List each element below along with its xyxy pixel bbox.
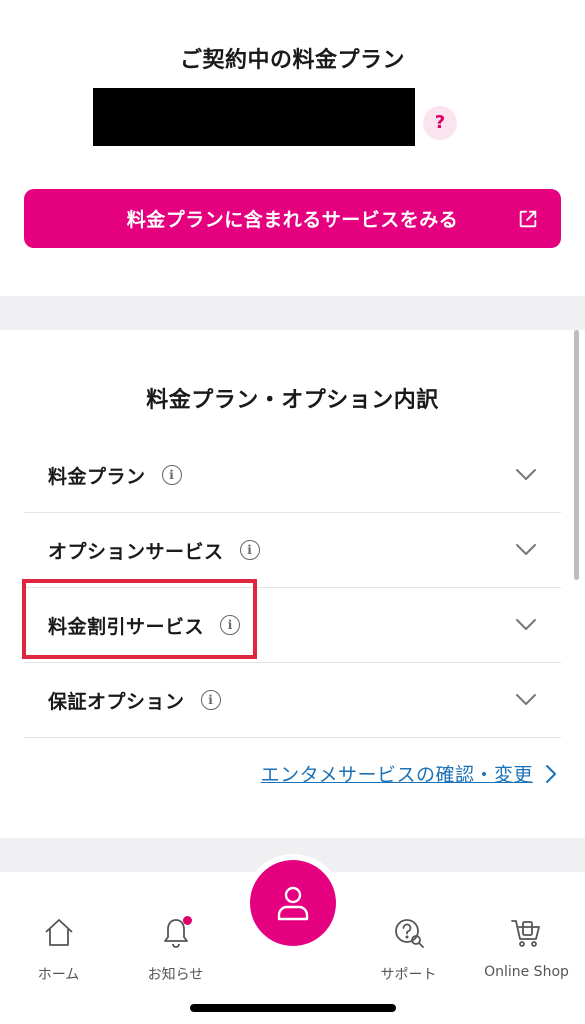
tab-home[interactable]: ホーム bbox=[0, 916, 117, 984]
current-plan-card: ご契約中の料金プラン ? 料金プランに含まれるサービスをみる bbox=[0, 0, 585, 296]
plan-option-breakdown-card: 料金プラン・オプション内訳 料金プラン i オプションサービス i 料金割引サー… bbox=[0, 330, 585, 838]
accordion-row-option-services[interactable]: オプションサービス i bbox=[24, 513, 561, 588]
entertainment-services-link-label: エンタメサービスの確認・変更 bbox=[260, 764, 533, 786]
tab-news-label: お知らせ bbox=[147, 967, 204, 983]
help-glyph: ? bbox=[434, 112, 446, 133]
tab-home-label: ホーム bbox=[37, 967, 80, 983]
accordion-row-discount-services[interactable]: 料金割引サービス i bbox=[24, 588, 561, 663]
chevron-down-icon bbox=[516, 619, 536, 630]
view-plan-services-button[interactable]: 料金プランに含まれるサービスをみる bbox=[24, 189, 561, 248]
breakdown-title: 料金プラン・オプション内訳 bbox=[146, 388, 439, 413]
tab-news[interactable]: お知らせ bbox=[117, 916, 234, 984]
accordion-row-warranty-options[interactable]: 保証オプション i bbox=[24, 663, 561, 738]
view-plan-services-label: 料金プランに含まれるサービスをみる bbox=[126, 209, 459, 231]
info-icon[interactable]: i bbox=[239, 540, 260, 560]
chevron-down-icon bbox=[516, 469, 536, 480]
tab-online-shop[interactable]: Online Shop bbox=[468, 916, 585, 980]
accordion-row-label: 保証オプション bbox=[48, 690, 185, 713]
external-link-icon bbox=[519, 210, 537, 228]
plan-name-redacted bbox=[93, 88, 415, 146]
chevron-down-icon bbox=[516, 694, 536, 705]
chevron-right-icon bbox=[546, 764, 556, 783]
help-icon[interactable]: ? bbox=[423, 106, 457, 140]
accordion-row-label: 料金プラン bbox=[48, 465, 146, 488]
info-icon[interactable]: i bbox=[220, 615, 241, 635]
shopping-cart-icon bbox=[510, 920, 540, 947]
accordion-row-plan[interactable]: 料金プラン i bbox=[24, 438, 561, 513]
tab-support[interactable]: サポート bbox=[350, 916, 467, 984]
current-plan-title: ご契約中の料金プラン bbox=[179, 48, 405, 73]
user-icon bbox=[277, 886, 309, 921]
chevron-down-icon bbox=[516, 544, 536, 555]
tab-my-account[interactable] bbox=[250, 860, 336, 946]
accordion-row-label: 料金割引サービス bbox=[48, 615, 205, 638]
info-icon[interactable]: i bbox=[161, 465, 182, 485]
info-icon[interactable]: i bbox=[200, 690, 221, 710]
accordion-row-label: オプションサービス bbox=[48, 540, 224, 563]
breakdown-accordion: 料金プラン i オプションサービス i 料金割引サービス i 保証オプション i bbox=[24, 438, 561, 738]
scrollbar-lower[interactable] bbox=[574, 330, 579, 580]
home-icon bbox=[44, 919, 73, 946]
home-indicator[interactable] bbox=[190, 1004, 396, 1012]
support-search-icon bbox=[394, 919, 424, 948]
tab-online-shop-label: Online Shop bbox=[484, 964, 569, 980]
tab-support-label: サポート bbox=[380, 967, 437, 983]
entertainment-services-link[interactable]: エンタメサービスの確認・変更 bbox=[261, 760, 557, 787]
notification-dot bbox=[183, 916, 192, 925]
